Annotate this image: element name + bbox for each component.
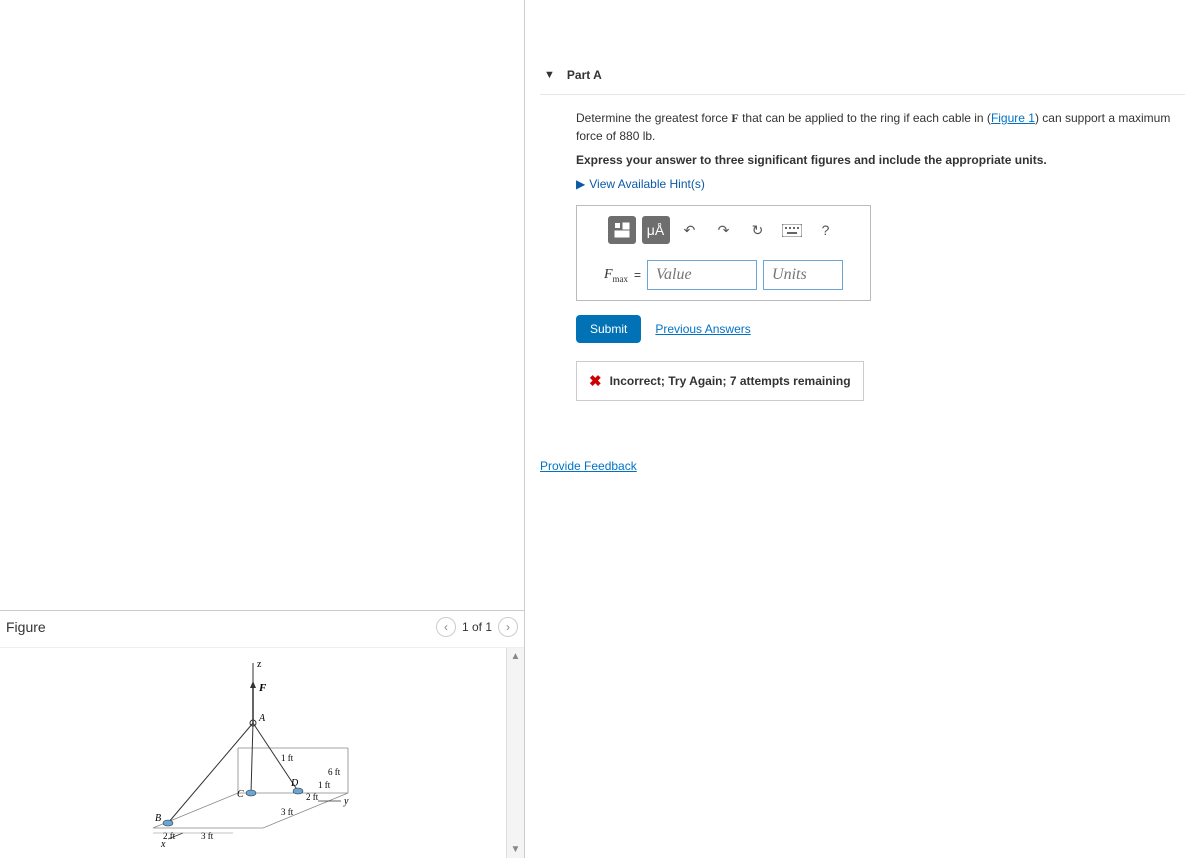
dim-1ft: 1 ft — [281, 753, 294, 763]
part-header[interactable]: ▼ Part A — [540, 58, 1185, 95]
undo-icon[interactable]: ↶ — [676, 216, 704, 244]
incorrect-icon: ✖ — [589, 372, 602, 390]
scroll-down-icon[interactable]: ▼ — [511, 841, 521, 858]
force-label: F — [258, 682, 267, 694]
template-tool-icon[interactable] — [608, 216, 636, 244]
previous-answers-link[interactable]: Previous Answers — [655, 322, 750, 336]
reset-icon[interactable]: ↻ — [744, 216, 772, 244]
dim-1ft-b: 1 ft — [318, 780, 331, 790]
help-icon[interactable]: ? — [812, 216, 840, 244]
equals-sign: = — [634, 268, 641, 282]
chevron-right-icon: ▶ — [576, 177, 585, 191]
answer-instruction: Express your answer to three significant… — [576, 151, 1185, 169]
figure-prev-icon[interactable]: ‹ — [436, 617, 456, 637]
units-tool[interactable]: μÅ — [642, 216, 670, 244]
point-c-label: C — [237, 789, 244, 800]
dim-2ft: 2 ft — [306, 792, 319, 802]
figure-link[interactable]: Figure 1 — [991, 111, 1035, 125]
keyboard-icon[interactable] — [778, 216, 806, 244]
figure-page-count: 1 of 1 — [462, 620, 492, 634]
provide-feedback-link[interactable]: Provide Feedback — [540, 459, 637, 473]
point-a-label: A — [258, 713, 266, 724]
answer-box: μÅ ↶ ↷ ↻ ? Fmax = — [576, 205, 871, 301]
point-b-label: B — [155, 813, 161, 824]
dim-3ft-b: 3 ft — [201, 831, 214, 841]
dim-3ft: 3 ft — [281, 807, 294, 817]
scroll-up-icon[interactable]: ▲ — [511, 648, 521, 665]
feedback-message: ✖ Incorrect; Try Again; 7 attempts remai… — [576, 361, 864, 401]
view-hints-link[interactable]: ▶View Available Hint(s) — [576, 177, 1185, 191]
figure-image: z F A — [0, 648, 506, 858]
answer-variable: Fmax — [604, 267, 628, 284]
figure-pager: ‹ 1 of 1 › — [436, 617, 518, 637]
dim-6ft: 6 ft — [328, 767, 341, 777]
axis-y-label: y — [343, 796, 349, 807]
dim-2ft-b: 2 ft — [163, 831, 176, 841]
units-input[interactable] — [763, 260, 843, 290]
question-prompt: Determine the greatest force F that can … — [576, 109, 1185, 145]
point-d-label: D — [290, 778, 299, 789]
submit-button[interactable]: Submit — [576, 315, 641, 343]
collapse-icon: ▼ — [544, 69, 555, 81]
part-label: Part A — [567, 68, 602, 82]
value-input[interactable] — [647, 260, 757, 290]
figure-title: Figure — [6, 619, 46, 635]
figure-next-icon[interactable]: › — [498, 617, 518, 637]
axis-z-label: z — [257, 659, 262, 670]
figure-scrollbar[interactable]: ▲ ▼ — [506, 648, 524, 858]
redo-icon[interactable]: ↷ — [710, 216, 738, 244]
